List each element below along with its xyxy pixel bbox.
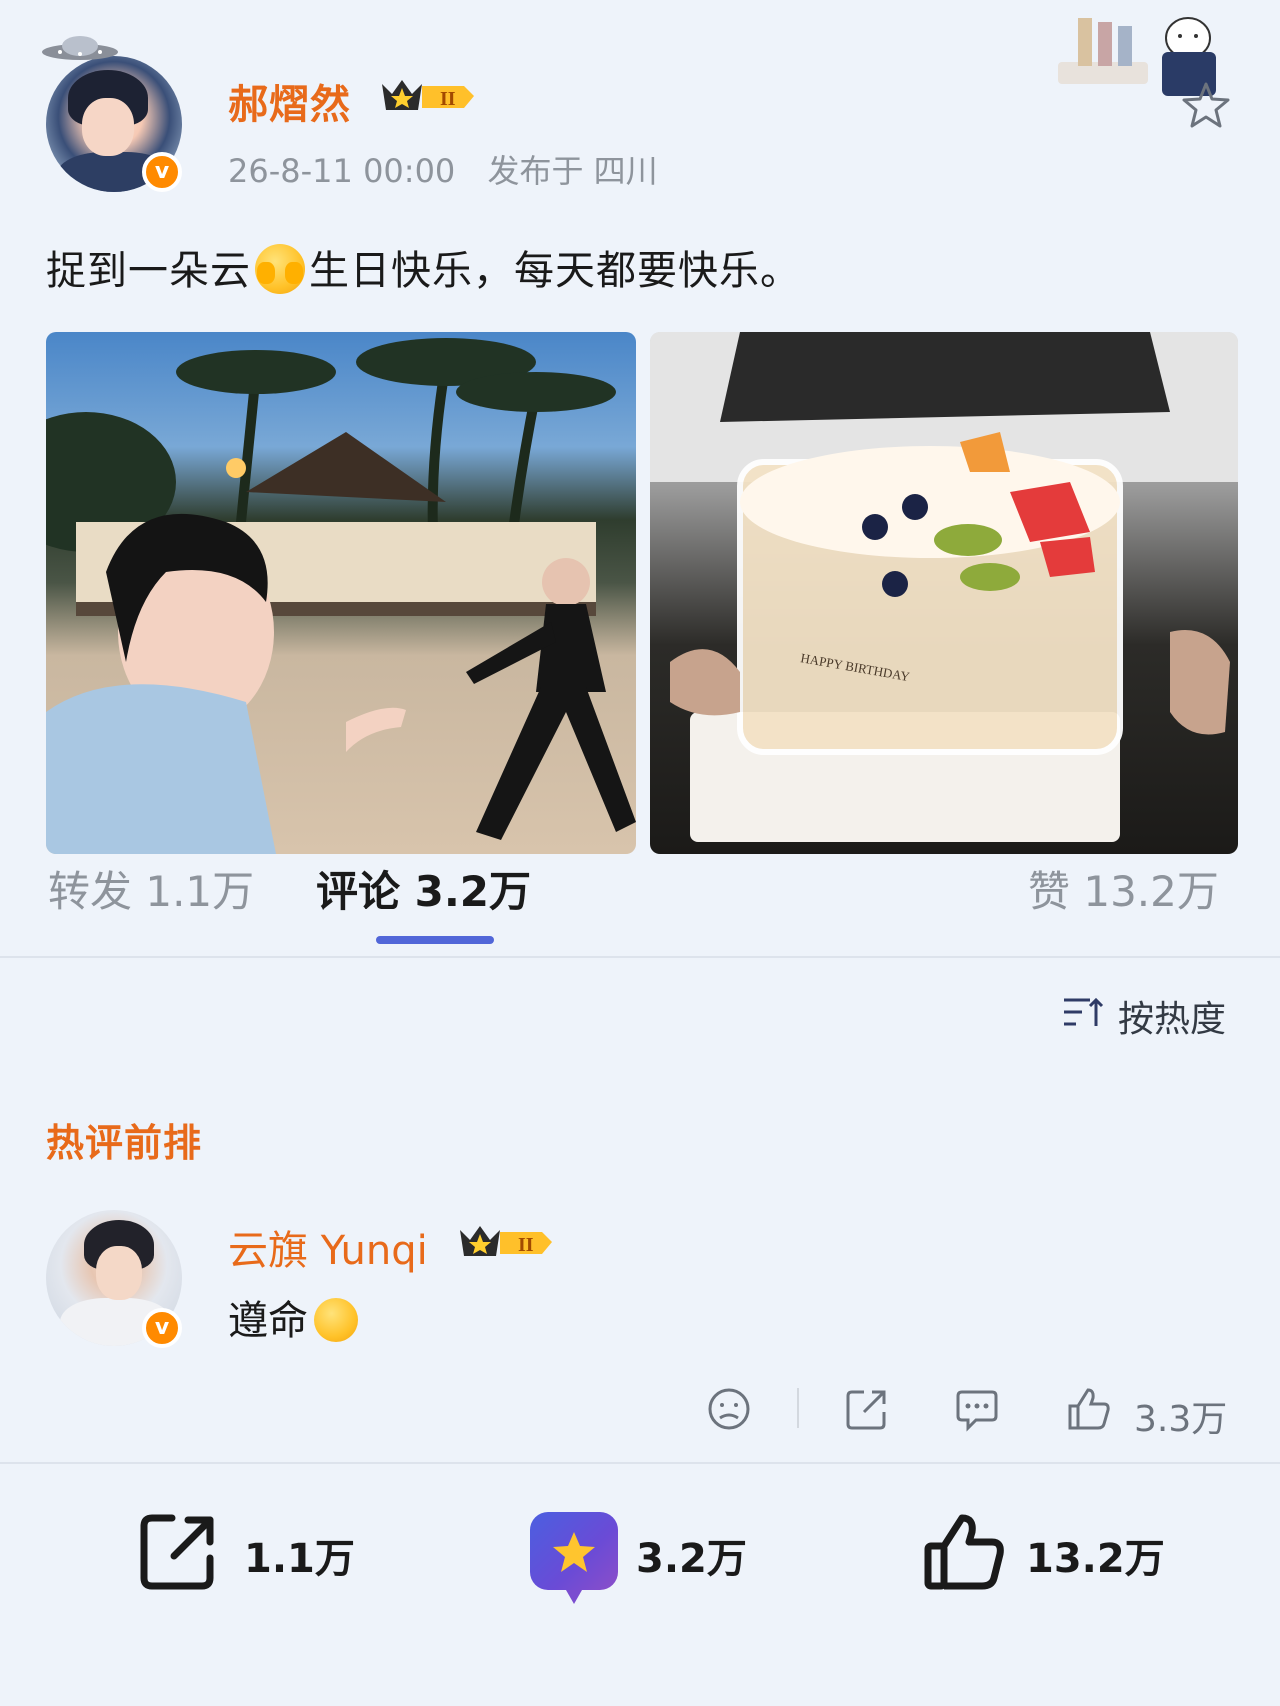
verified-badge: v (142, 152, 182, 192)
level-text: II (440, 88, 456, 110)
level-badge: II (382, 80, 474, 110)
bottom-comment-count[interactable]: 3.2万 (636, 1526, 747, 1584)
bottom-repost-count[interactable]: 1.1万 (244, 1526, 355, 1584)
comment-level-badge: II (460, 1226, 552, 1256)
beach-photo[interactable] (46, 332, 636, 854)
cake-photo[interactable]: HAPPY BIRTHDAY (650, 332, 1238, 854)
tab-active-indicator (376, 936, 494, 944)
dislike-icon[interactable] (706, 1386, 752, 1432)
share-icon[interactable] (844, 1386, 890, 1432)
timestamp: 26-8-11 00:00 (228, 152, 456, 190)
tab-like[interactable]: 赞 13.2万 (1028, 858, 1219, 919)
bottom-comment-icon[interactable] (530, 1512, 618, 1604)
post-meta: 26-8-11 00:00 发布于 四川 (228, 146, 658, 192)
star-icon[interactable] (1180, 80, 1232, 132)
awe-emoji (314, 1298, 358, 1342)
bottom-share-icon[interactable] (136, 1510, 220, 1594)
location: 发布于 四川 (487, 152, 658, 190)
like-icon[interactable] (1066, 1386, 1112, 1432)
divider (0, 1462, 1280, 1464)
bottom-like-icon[interactable] (922, 1510, 1006, 1594)
ufo-icon (42, 36, 118, 60)
author-name[interactable]: 郝熠然 (228, 72, 351, 130)
bottom-like-count[interactable]: 13.2万 (1026, 1526, 1165, 1584)
comment-verified-badge: v (142, 1308, 182, 1348)
divider (0, 956, 1280, 958)
face-with-hands-emoji (255, 244, 305, 294)
hot-comments-title: 热评前排 (46, 1121, 203, 1165)
comment-level-text: II (518, 1234, 534, 1256)
post-text: 捉到一朵云 生日快乐，每天都要快乐。 (46, 238, 801, 296)
sort-icon[interactable] (1062, 994, 1104, 1030)
comment-icon[interactable] (954, 1386, 1000, 1432)
comment-author-name[interactable]: 云旗 Yunqi (228, 1218, 428, 1276)
comment-text: 遵命 (228, 1288, 358, 1346)
sort-label[interactable]: 按热度 (1118, 990, 1226, 1042)
tab-comment[interactable]: 评论 3.2万 (316, 858, 531, 919)
tab-repost[interactable]: 转发 1.1万 (48, 858, 254, 919)
action-separator (797, 1388, 799, 1428)
comment-like-count: 3.3万 (1134, 1399, 1228, 1440)
